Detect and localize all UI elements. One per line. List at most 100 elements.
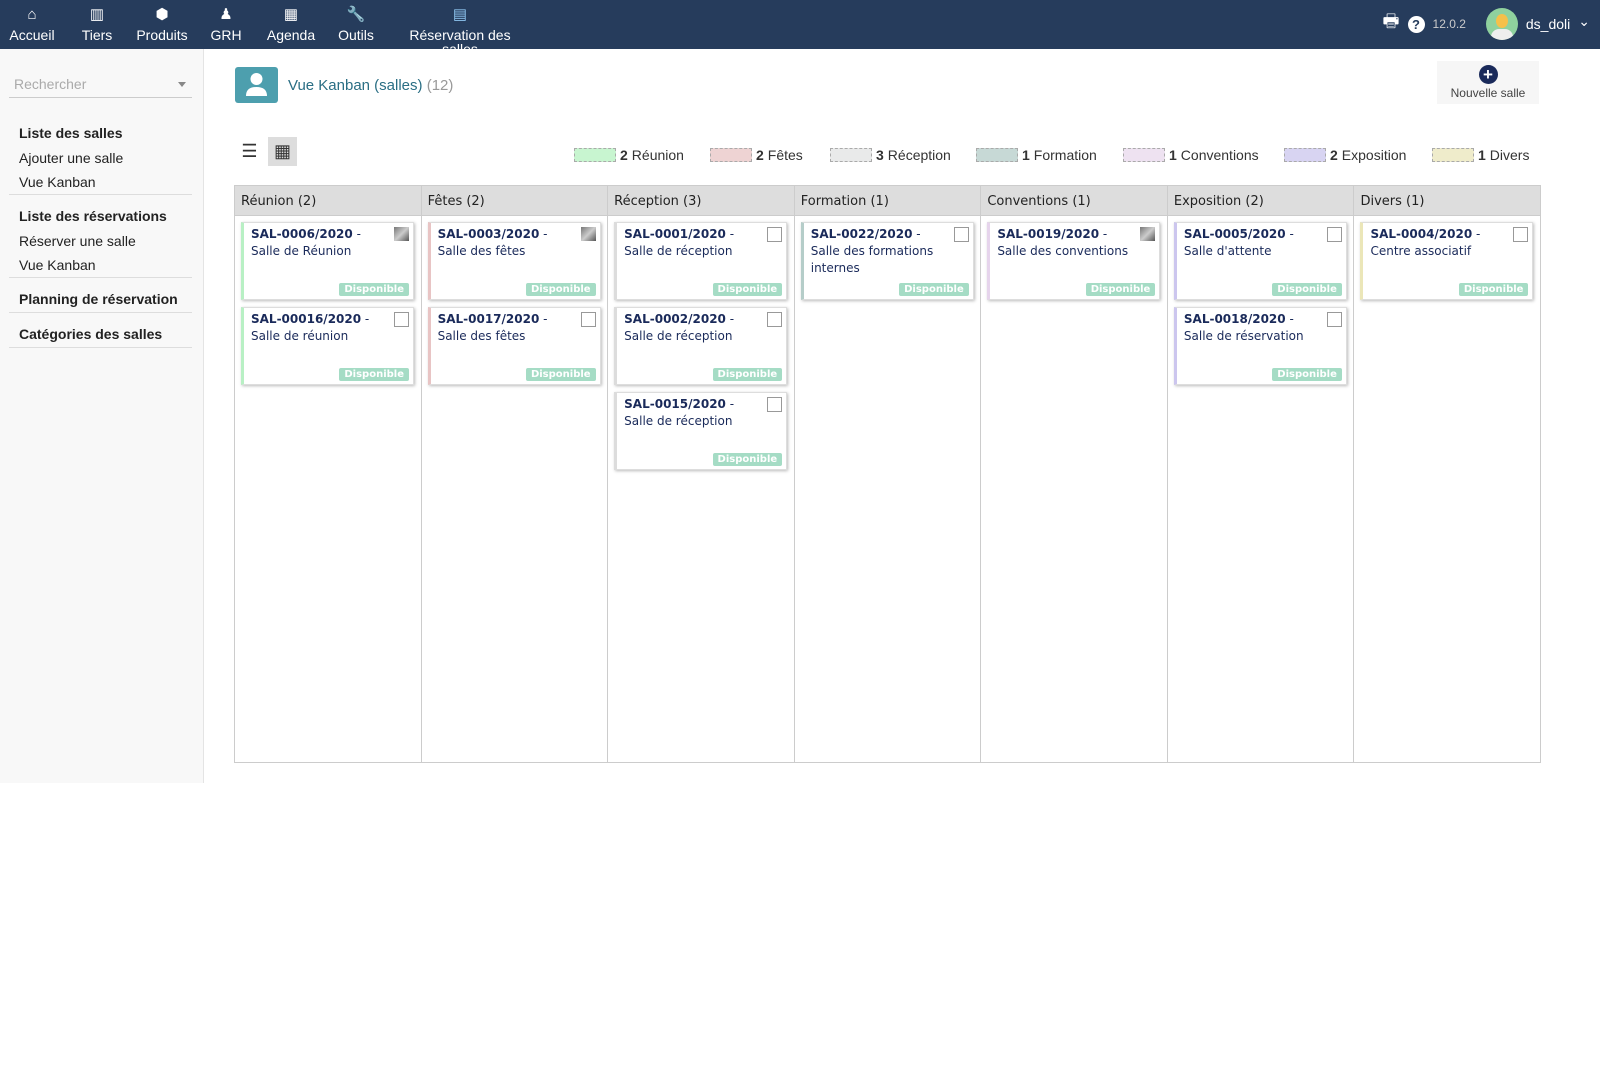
search-select[interactable]: Rechercher [9, 68, 192, 98]
sidebar-item[interactable]: Ajouter une salle [14, 146, 187, 170]
page-title: Vue Kanban (salles) (12) [288, 77, 453, 94]
card-ref[interactable]: SAL-0022/2020 [811, 227, 913, 241]
kanban-column: Divers (1) SAL-0004/2020 - Centre associa… [1354, 186, 1541, 762]
card-checkbox[interactable] [767, 227, 783, 242]
legend-count: 2 [620, 147, 628, 163]
username[interactable]: ds_doli [1526, 16, 1570, 32]
legend-swatch [1284, 148, 1326, 162]
new-room-label: Nouvelle salle [1450, 86, 1526, 100]
help-icon[interactable]: ? [1407, 15, 1425, 33]
status-badge: Disponible [1272, 368, 1342, 381]
room-card[interactable]: SAL-0017/2020 - Salle des fêtes Disponibl… [427, 307, 601, 385]
plus-circle-icon: + [1478, 65, 1498, 84]
sidebar-item[interactable]: Réserver une salle [14, 229, 187, 253]
nav-agenda[interactable]: ▦ Agenda [264, 0, 318, 49]
kanban-column: Réunion (2) SAL-0006/2020 - Salle de Réun… [235, 186, 422, 762]
kanban-column: Fêtes (2) SAL-0003/2020 - Salle des fêtes… [421, 186, 609, 762]
card-checkbox[interactable] [953, 227, 969, 242]
card-ref[interactable]: SAL-0001/2020 [624, 227, 726, 241]
nav-r-servation-des-salles[interactable]: ▤ Réservation des salles [392, 0, 528, 56]
legend-label: Fêtes [767, 147, 803, 163]
user-tie-icon: ♟ [219, 6, 233, 23]
card-ref[interactable]: SAL-0003/2020 [438, 227, 540, 241]
new-room-button[interactable]: + Nouvelle salle [1437, 61, 1539, 104]
room-card[interactable]: SAL-0018/2020 - Salle de réservation Disp… [1173, 307, 1347, 385]
legend-count: 1 [1169, 147, 1177, 163]
kanban-column: Formation (1) SAL-0022/2020 - Salle des f… [794, 186, 982, 762]
user-icon [235, 67, 278, 103]
sidebar-item[interactable]: Vue Kanban [14, 253, 187, 277]
status-badge: Disponible [1085, 283, 1156, 296]
legend-count: 1 [1478, 147, 1486, 163]
status-badge: Disponible [525, 283, 596, 296]
kanban-view-button[interactable]: ▦ [268, 137, 297, 166]
card-ref[interactable]: SAL-0005/2020 [1184, 227, 1286, 241]
card-ref[interactable]: SAL-0004/2020 [1370, 227, 1472, 241]
sidebar-header[interactable]: Liste des salles [14, 120, 187, 146]
nav-label: Produits [136, 27, 188, 43]
legend-label: Réception [887, 147, 951, 163]
room-card[interactable]: SAL-0019/2020 - Salle des conventions Dis… [987, 222, 1161, 300]
search-placeholder: Rechercher [14, 76, 87, 92]
legend-label: Exposition [1341, 147, 1407, 163]
user-avatar[interactable] [1485, 8, 1518, 40]
card-ref[interactable]: SAL-0017/2020 [438, 312, 540, 326]
card-checkbox[interactable] [767, 397, 783, 412]
card-ref[interactable]: SAL-0002/2020 [624, 312, 726, 326]
nav-produits[interactable]: ⬢ Produits [134, 0, 190, 49]
card-checkbox[interactable] [394, 312, 409, 327]
sidebar-header[interactable]: Planning de réservation [14, 286, 187, 312]
card-ref[interactable]: SAL-0018/2020 [1184, 312, 1286, 326]
nav-label: Tiers [81, 27, 113, 43]
legend-swatch [710, 148, 752, 162]
caret-down-icon [178, 82, 186, 91]
chevron-down-icon[interactable]: ⌄ [1578, 13, 1590, 30]
sidebar-menu: Liste des salles Ajouter une salle Vue Kan… [9, 120, 192, 356]
legend-swatch [976, 148, 1018, 162]
card-checkbox[interactable] [1326, 312, 1342, 327]
sidebar-header[interactable]: Liste des réservations [14, 203, 187, 229]
room-card[interactable]: SAL-0015/2020 - Salle de réception Dispon… [614, 392, 788, 470]
nav-tiers[interactable]: ▥ Tiers [78, 0, 116, 49]
nav-accueil[interactable]: ⌂ Accueil [8, 0, 56, 49]
room-card[interactable]: SAL-0005/2020 - Salle d'attente Disponibl… [1173, 222, 1347, 300]
legend-item: 1 Divers [1432, 147, 1529, 163]
card-ref[interactable]: SAL-0019/2020 [997, 227, 1099, 241]
room-card[interactable]: SAL-0006/2020 - Salle de Réunion Disponib… [241, 222, 414, 300]
nav-outils[interactable]: 🔧 Outils [334, 0, 378, 49]
status-badge: Disponible [525, 368, 596, 381]
list-view-button[interactable]: ☰ [235, 137, 264, 166]
nav-grh[interactable]: ♟ GRH [208, 0, 244, 49]
sidebar-item[interactable]: Vue Kanban [14, 170, 187, 194]
legend-swatch [1123, 148, 1165, 162]
room-card[interactable]: SAL-0002/2020 - Salle de réception Dispon… [614, 307, 788, 385]
legend-label: Réunion [631, 147, 684, 163]
print-icon[interactable]: 🖶 [1383, 9, 1400, 39]
room-card[interactable]: SAL-0004/2020 - Centre associatif Disponi… [1360, 222, 1534, 300]
room-card[interactable]: SAL-0022/2020 - Salle des formations int… [800, 222, 974, 300]
column-header: Fêtes (2) [421, 186, 608, 216]
status-badge: Disponible [712, 283, 783, 296]
page-title-text[interactable]: Vue Kanban (salles) [288, 77, 423, 94]
room-card[interactable]: SAL-0003/2020 - Salle des fêtes Disponibl… [427, 222, 601, 300]
card-checkbox[interactable] [767, 312, 783, 327]
status-badge: Disponible [712, 368, 783, 381]
room-card[interactable]: SAL-0001/2020 - Salle de réception Dispon… [614, 222, 788, 300]
room-booking-icon: ▤ [452, 6, 468, 23]
legend-swatch [830, 148, 872, 162]
card-checkbox[interactable] [1326, 227, 1342, 242]
kanban-board: Réunion (2) SAL-0006/2020 - Salle de Réun… [234, 185, 1541, 763]
card-ref[interactable]: SAL-00016/2020 [251, 312, 361, 326]
sidebar-header[interactable]: Catégories des salles [14, 321, 187, 347]
card-checkbox[interactable] [580, 312, 596, 327]
room-card[interactable]: SAL-00016/2020 - Salle de réunion Disponi… [241, 307, 414, 385]
kanban-column: Conventions (1) SAL-0019/2020 - Salle des… [981, 186, 1168, 762]
column-header: Divers (1) [1354, 186, 1541, 216]
status-badge: Disponible [712, 453, 783, 466]
status-badge: Disponible [899, 283, 969, 296]
user-area: 🖶? 12.0.2 ds_doli ⌄ [1383, 8, 1590, 40]
card-checkbox[interactable] [1513, 227, 1529, 242]
card-ref[interactable]: SAL-0015/2020 [624, 397, 726, 411]
card-ref[interactable]: SAL-0006/2020 [251, 227, 353, 241]
top-navbar: ⌂ Accueil ▥ Tiers ⬢ Produits ♟ GRH ▦ Agenda 🔧 Outil… [0, 0, 1600, 56]
